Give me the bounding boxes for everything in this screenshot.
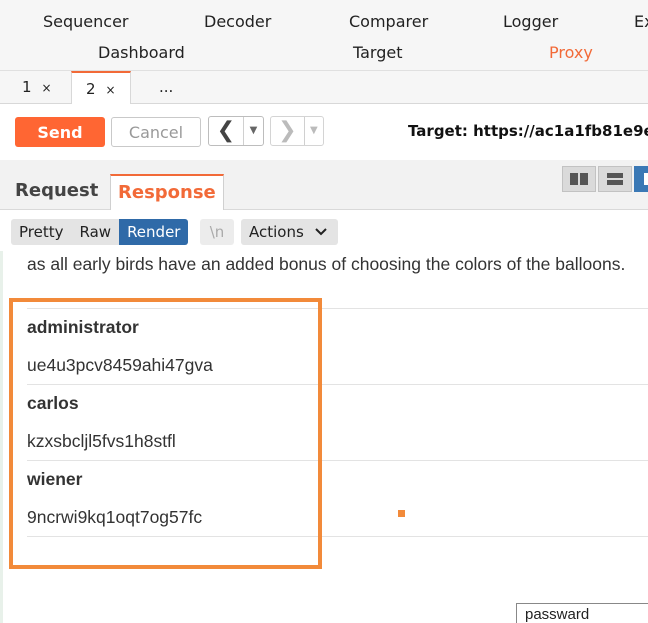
- chevron-left-icon[interactable]: ❮: [209, 117, 243, 145]
- menu-extender[interactable]: Ex: [634, 12, 648, 31]
- history-forward-group: ❯ ▼: [270, 116, 324, 146]
- split-columns-icon[interactable]: [562, 166, 596, 192]
- split-rows-icon[interactable]: [598, 166, 632, 192]
- close-icon[interactable]: ×: [106, 83, 116, 97]
- password-field[interactable]: passward: [516, 603, 648, 623]
- tab-request[interactable]: Request: [8, 174, 105, 210]
- single-pane-icon[interactable]: [634, 166, 648, 192]
- chevron-down-icon: [315, 228, 327, 236]
- chevron-down-icon[interactable]: ▼: [243, 117, 263, 145]
- view-mode-selector: Pretty Raw Render: [11, 219, 189, 245]
- repeater-tab-2[interactable]: 2 ×: [71, 71, 131, 105]
- divider: [27, 308, 648, 309]
- divider: [27, 536, 648, 537]
- repeater-tab-strip: 1 × 2 × ...: [0, 70, 648, 105]
- tab-response[interactable]: Response: [110, 174, 224, 210]
- intro-paragraph: as all early birds have an added bonus o…: [27, 254, 626, 274]
- new-tab-button[interactable]: ...: [145, 71, 187, 104]
- show-newlines-button[interactable]: \n: [200, 219, 234, 245]
- chevron-right-icon[interactable]: ❯: [271, 117, 304, 145]
- send-button[interactable]: Send: [15, 117, 105, 147]
- repeater-tab-label: 2: [86, 80, 96, 98]
- username-wiener: wiener: [27, 469, 83, 489]
- username-admin: administrator: [27, 317, 139, 337]
- menu-dashboard[interactable]: Dashboard: [98, 43, 185, 62]
- view-pretty[interactable]: Pretty: [11, 219, 72, 245]
- layout-toggle: [562, 166, 648, 192]
- view-mode-bar: Pretty Raw Render \n Actions: [0, 211, 648, 251]
- menu-sequencer[interactable]: Sequencer: [43, 12, 129, 31]
- message-tabs: Request Response: [0, 160, 648, 210]
- request-toolbar: Send Cancel ❮ ▼ ❯ ▼ Target: https://ac1a…: [0, 104, 648, 160]
- target-url[interactable]: Target: https://ac1a1fb81e9e0: [408, 122, 648, 140]
- username-carlos: carlos: [27, 393, 79, 413]
- annotation-dot: [398, 510, 405, 517]
- password-carlos: kzxsbcljl5fvs1h8stfl: [27, 431, 176, 451]
- view-raw[interactable]: Raw: [72, 219, 120, 245]
- repeater-tab-label: 1: [22, 78, 32, 96]
- menu-decoder[interactable]: Decoder: [204, 12, 271, 31]
- menu-comparer[interactable]: Comparer: [349, 12, 428, 31]
- menu-proxy[interactable]: Proxy: [549, 43, 593, 62]
- history-back-group: ❮ ▼: [208, 116, 264, 146]
- repeater-tab-1[interactable]: 1 ×: [8, 71, 66, 104]
- divider: [27, 384, 648, 385]
- menu-target[interactable]: Target: [353, 43, 403, 62]
- password-wiener: 9ncrwi9kq1oqt7og57fc: [27, 507, 203, 527]
- rendered-response: as all early birds have an added bonus o…: [0, 251, 648, 623]
- actions-label: Actions: [249, 223, 304, 241]
- password-admin: ue4u3pcv8459ahi47gva: [27, 355, 213, 375]
- chevron-down-icon[interactable]: ▼: [303, 117, 323, 145]
- menu-logger[interactable]: Logger: [503, 12, 558, 31]
- cancel-button[interactable]: Cancel: [111, 117, 201, 147]
- view-render[interactable]: Render: [119, 219, 189, 245]
- actions-dropdown[interactable]: Actions: [241, 219, 338, 245]
- close-icon[interactable]: ×: [42, 81, 52, 95]
- burp-repeater-window: Sequencer Decoder Comparer Logger Ex Das…: [0, 0, 648, 623]
- divider: [27, 460, 648, 461]
- module-menu: Sequencer Decoder Comparer Logger Ex Das…: [0, 0, 648, 70]
